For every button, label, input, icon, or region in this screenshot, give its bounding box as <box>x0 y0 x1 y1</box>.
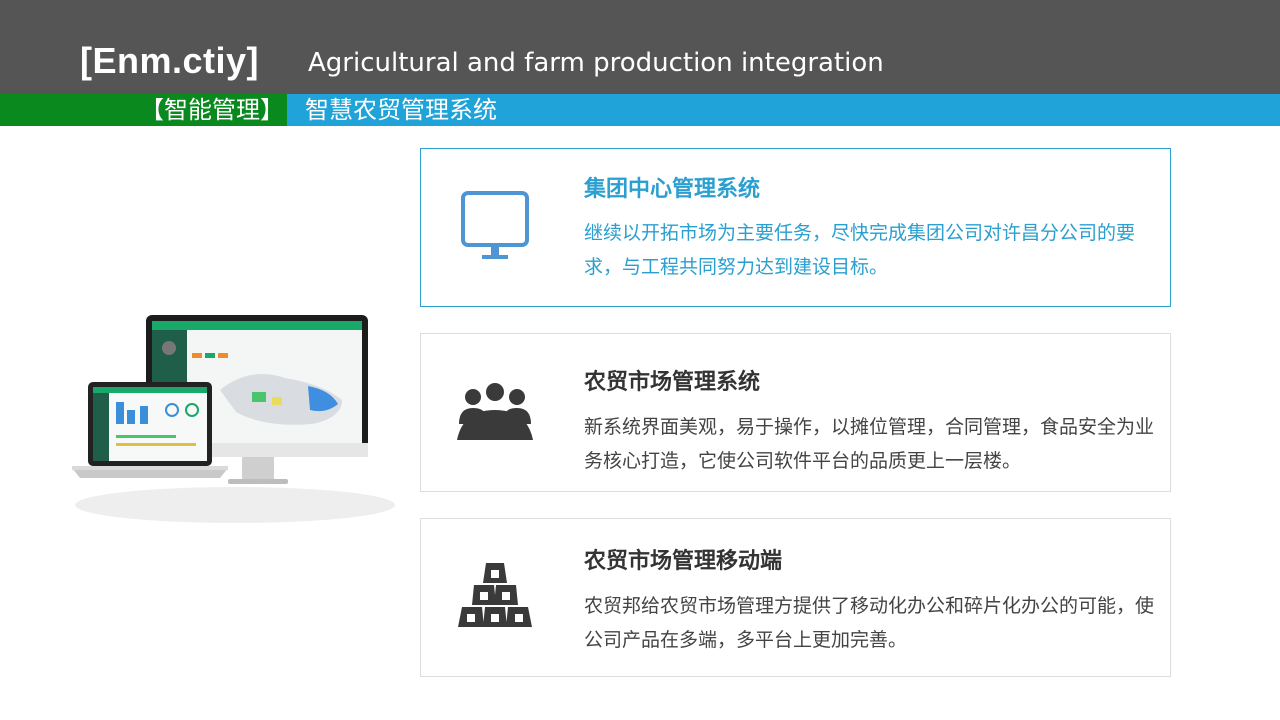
card-description: 新系统界面美观，易于操作，以摊位管理，合同管理，食品安全为业务核心打造，它使公司… <box>584 416 1155 472</box>
feature-card-group-center[interactable]: 集团中心管理系统 继续以开拓市场为主要任务，尽快完成集团公司对许昌分公司的要求，… <box>420 148 1171 307</box>
card-title: 农贸市场管理系统 <box>584 370 761 395</box>
feature-card-market-system[interactable]: 农贸市场管理系统 新系统界面美观，易于操作，以摊位管理，合同管理，食品安全为业务… <box>420 333 1171 492</box>
monitor-icon <box>461 191 529 259</box>
group-icon <box>457 383 533 440</box>
card-title: 集团中心管理系统 <box>584 177 761 202</box>
subheader-tag: 【智能管理】 <box>140 96 284 124</box>
devices-illustration <box>72 315 395 523</box>
header-tagline: Agricultural and farm production integra… <box>308 48 884 78</box>
card-description: 农贸邦给农贸市场管理方提供了移动化办公和碎片化办公的可能，使公司产品在多端，多平… <box>584 595 1155 651</box>
subheader-title: 智慧农贸管理系统 <box>305 96 497 124</box>
brand-title: [Enm.ctiy] <box>80 40 260 81</box>
card-description: 继续以开拓市场为主要任务，尽快完成集团公司对许昌分公司的要求，与工程共同努力达到… <box>584 222 1136 278</box>
card-title: 农贸市场管理移动端 <box>584 549 783 574</box>
feature-card-mobile[interactable]: 农贸市场管理移动端 农贸邦给农贸市场管理方提供了移动化办公和碎片化办公的可能，使… <box>420 518 1171 677</box>
header-bar: [Enm.ctiy] Agricultural and farm product… <box>0 0 1280 94</box>
stacked-bars-icon <box>458 563 532 627</box>
